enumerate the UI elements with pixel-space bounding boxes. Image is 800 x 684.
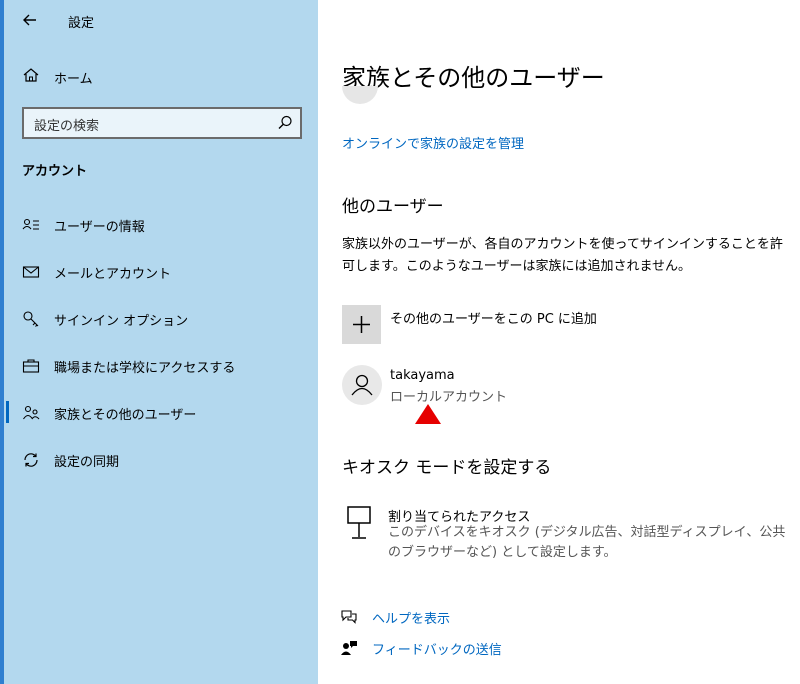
sidebar-item-label: メールとアカウント xyxy=(54,267,172,282)
home-icon xyxy=(22,66,40,84)
sidebar-item-work-school[interactable]: 職場または学校にアクセスする xyxy=(2,347,320,394)
sidebar-item-home[interactable]: ホーム xyxy=(2,62,320,90)
feedback-icon xyxy=(340,639,358,657)
avatar xyxy=(342,86,378,104)
annotation-arrow-icon xyxy=(415,404,441,424)
kiosk-icon[interactable] xyxy=(346,505,372,541)
feedback-link-row[interactable]: フィードバックの送信 xyxy=(340,637,640,659)
user-name[interactable]: takayama xyxy=(390,368,455,383)
manage-family-online-link[interactable]: オンラインで家族の設定を管理 xyxy=(342,133,524,152)
feedback-link[interactable]: フィードバックの送信 xyxy=(372,639,502,658)
page-title: 家族とその他のユーザー xyxy=(342,64,605,92)
mail-icon xyxy=(22,263,40,281)
sidebar-home-label: ホーム xyxy=(54,72,93,87)
sidebar-item-label: 家族とその他のユーザー xyxy=(54,408,197,423)
selected-indicator xyxy=(6,401,9,423)
user-avatar[interactable] xyxy=(342,365,382,405)
sidebar-item-label: 設定の同期 xyxy=(54,455,120,470)
search-input[interactable]: 設定の検索 xyxy=(22,107,302,139)
sidebar-item-email[interactable]: メールとアカウント xyxy=(2,253,320,300)
help-link-row[interactable]: ヘルプを表示 xyxy=(340,606,640,628)
window-title: 設定 xyxy=(68,16,95,31)
back-arrow-icon[interactable] xyxy=(18,8,42,32)
family-icon xyxy=(22,404,40,422)
window-edge xyxy=(0,0,4,684)
sidebar-item-label: ユーザーの情報 xyxy=(54,220,145,235)
help-chat-icon xyxy=(340,608,358,626)
sidebar-item-user-info[interactable]: ユーザーの情報 xyxy=(2,206,320,253)
sidebar: 設定 ホーム 設定の検索 アカウント ユーザーの情報 メールとアカウント サイン… xyxy=(0,0,318,684)
sidebar-nav: ユーザーの情報 メールとアカウント サインイン オプション 職場または学校にアク… xyxy=(2,206,320,488)
sidebar-item-signin-options[interactable]: サインイン オプション xyxy=(2,300,320,347)
add-user-label[interactable]: その他のユーザーをこの PC に追加 xyxy=(390,308,597,327)
person-icon xyxy=(342,374,382,409)
user-info-icon xyxy=(22,216,40,234)
other-users-heading: 他のユーザー xyxy=(342,197,444,217)
search-icon[interactable] xyxy=(276,114,294,132)
search-placeholder: 設定の検索 xyxy=(34,119,100,134)
user-account-type: ローカルアカウント xyxy=(390,390,508,405)
help-link[interactable]: ヘルプを表示 xyxy=(372,608,450,627)
section-title-account: アカウント xyxy=(22,164,88,179)
title-bar: 設定 xyxy=(2,0,320,40)
briefcase-icon xyxy=(22,357,40,375)
main-content: 家族とその他のユーザー オンラインで家族の設定を管理 他のユーザー 家族以外のユ… xyxy=(318,0,800,684)
other-users-description: 家族以外のユーザーが、各自のアカウントを使ってサインインすることを許可します。こ… xyxy=(342,237,783,274)
sidebar-item-label: 職場または学校にアクセスする xyxy=(54,361,236,376)
sidebar-item-sync[interactable]: 設定の同期 xyxy=(2,441,320,488)
sidebar-item-family[interactable]: 家族とその他のユーザー xyxy=(2,394,320,441)
key-icon xyxy=(22,310,40,328)
kiosk-heading: キオスク モードを設定する xyxy=(342,458,552,478)
sync-icon xyxy=(22,451,40,469)
add-user-button[interactable] xyxy=(342,305,381,344)
plus-icon xyxy=(342,316,381,348)
sidebar-item-label: サインイン オプション xyxy=(54,314,189,329)
kiosk-description: このデバイスをキオスク (デジタル広告、対話型ディスプレイ、公共のブラウザーなど… xyxy=(388,525,786,560)
